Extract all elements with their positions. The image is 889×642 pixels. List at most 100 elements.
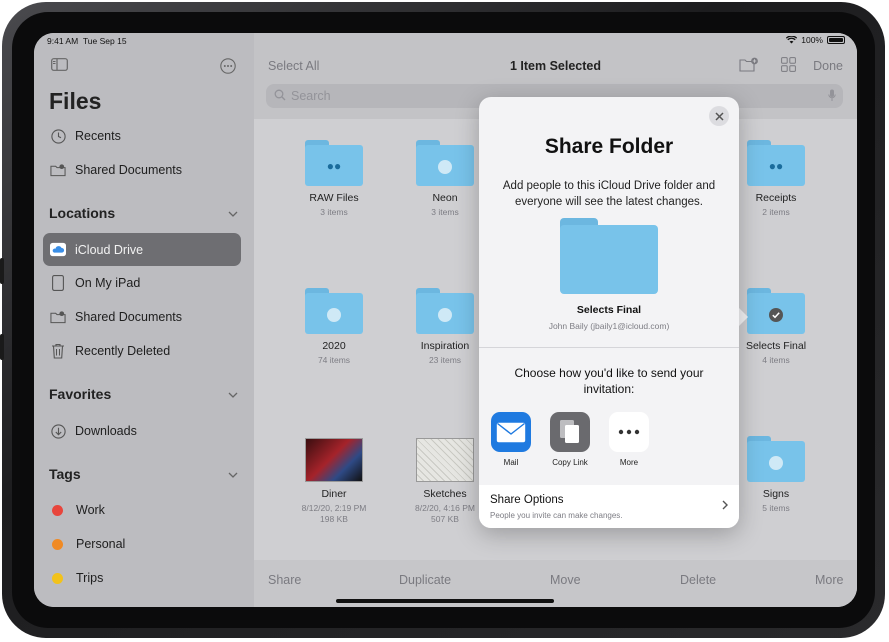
ipad-icon xyxy=(50,275,66,291)
shared-folder-icon: ●● xyxy=(305,140,363,186)
checkmark-icon xyxy=(769,308,783,322)
file-name: Selects Final xyxy=(745,340,807,352)
file-item-selects-final[interactable]: Selects Final 4 items xyxy=(726,288,826,366)
clock-icon xyxy=(50,128,66,144)
tag-color-dot xyxy=(52,572,63,584)
search-icon xyxy=(274,89,286,104)
chevron-down-icon[interactable] xyxy=(228,209,238,220)
app-label: Copy Link xyxy=(552,458,588,467)
wifi-icon xyxy=(786,36,798,44)
chevron-down-icon[interactable] xyxy=(228,390,238,401)
delete-button[interactable]: Delete xyxy=(680,573,716,587)
status-right: 100% xyxy=(786,35,845,45)
mail-icon xyxy=(491,412,531,452)
sidebar-item-label: Trips xyxy=(76,571,104,585)
sidebar-item-label: Shared Documents xyxy=(75,163,183,177)
share-via-mail-button[interactable]: Mail xyxy=(485,412,537,467)
file-name: 2020 xyxy=(322,340,346,352)
sidebar-tag-personal[interactable]: Personal xyxy=(43,529,241,559)
share-options-subtitle: People you invite can make changes. xyxy=(490,511,623,520)
folder-icon xyxy=(747,288,805,334)
copy-link-icon xyxy=(550,412,590,452)
file-name: Signs xyxy=(762,488,790,500)
file-meta: 5 items xyxy=(762,503,790,513)
sidebar-item-downloads[interactable]: Downloads xyxy=(43,416,241,446)
sidebar-item-label: On My iPad xyxy=(75,276,141,290)
chevron-right-icon xyxy=(722,498,728,513)
shared-folder-icon xyxy=(50,162,66,178)
chevron-down-icon[interactable] xyxy=(228,470,238,481)
new-folder-icon[interactable] xyxy=(739,57,759,77)
sidebar-item-shared-documents[interactable]: Shared Documents xyxy=(43,155,241,185)
sidebar-item-recently-deleted[interactable]: Recently Deleted xyxy=(43,336,241,366)
sidebar-tag-trips[interactable]: Trips xyxy=(43,563,241,593)
share-button[interactable]: Share xyxy=(268,573,301,587)
file-name: Receipts xyxy=(755,192,797,204)
home-indicator xyxy=(336,599,554,603)
file-item-diner[interactable]: Diner 8/12/20, 2:19 PM 198 KB xyxy=(284,438,384,525)
folder-icon xyxy=(747,436,805,482)
choose-method-label: Choose how you'd like to send your invit… xyxy=(514,366,704,396)
folder-icon xyxy=(416,140,474,186)
copy-link-button[interactable]: Copy Link xyxy=(544,412,596,467)
microphone-icon[interactable] xyxy=(828,89,836,105)
file-meta: 4 items xyxy=(762,355,790,365)
file-item-2020[interactable]: 2020 74 items xyxy=(284,288,384,366)
folder-icon xyxy=(560,218,658,294)
file-item-signs[interactable]: Signs 5 items xyxy=(726,436,826,514)
share-folder-popover: Share Folder Add people to this iCloud D… xyxy=(479,97,739,528)
grid-view-icon[interactable] xyxy=(781,57,796,77)
locations-header[interactable]: Locations xyxy=(49,205,115,221)
file-meta: 3 items xyxy=(320,207,348,217)
file-name: Diner xyxy=(321,488,347,500)
file-name: RAW Files xyxy=(309,192,359,204)
screen: 9:41 AM Tue Sep 15 100% Files Recents Sh… xyxy=(34,33,857,607)
sidebar-item-label: Downloads xyxy=(75,424,137,438)
popover-title: Share Folder xyxy=(544,135,674,158)
more-options-icon[interactable] xyxy=(220,58,236,77)
icloud-icon xyxy=(50,242,66,258)
share-options-title: Share Options xyxy=(490,494,564,506)
sidebar: Files Recents Shared Documents Locations… xyxy=(34,33,254,607)
sidebar-tag-work[interactable]: Work xyxy=(43,495,241,525)
app-label: Mail xyxy=(503,458,519,467)
folder-owner: John Baily (jbaily1@icloud.com) xyxy=(548,321,670,331)
sidebar-item-shared-documents-2[interactable]: Shared Documents xyxy=(43,302,241,332)
popover-arrow xyxy=(738,307,748,327)
more-share-options-button[interactable]: More xyxy=(603,412,655,467)
sidebar-item-label: Recents xyxy=(75,129,121,143)
favorites-header[interactable]: Favorites xyxy=(49,386,111,402)
sidebar-item-recents[interactable]: Recents xyxy=(43,121,241,151)
sidebar-item-on-my-ipad[interactable]: On My iPad xyxy=(43,268,241,298)
sidebar-item-icloud-drive[interactable]: iCloud Drive xyxy=(43,233,241,266)
share-options-row[interactable]: Share Options People you invite can make… xyxy=(479,485,739,528)
tag-color-dot xyxy=(52,504,63,516)
tags-header[interactable]: Tags xyxy=(49,466,81,482)
sidebar-item-label: Work xyxy=(76,503,105,517)
file-meta: 74 items xyxy=(317,355,351,365)
search-placeholder: Search xyxy=(291,89,331,103)
file-meta: 2 items xyxy=(762,207,790,217)
volume-button xyxy=(0,258,4,284)
done-button[interactable]: Done xyxy=(813,59,843,73)
battery-percent: 100% xyxy=(801,35,823,45)
move-button[interactable]: Move xyxy=(550,573,581,587)
app-label: More xyxy=(619,458,639,467)
more-button[interactable]: More xyxy=(815,573,843,587)
trash-icon xyxy=(50,343,66,359)
file-item-receipts[interactable]: ●● Receipts 2 items xyxy=(726,140,826,218)
volume-button-2 xyxy=(0,334,4,360)
battery-icon xyxy=(827,36,845,44)
sidebar-item-label: iCloud Drive xyxy=(75,242,144,257)
shared-folder-icon: ●● xyxy=(747,140,805,186)
shared-folder-icon xyxy=(50,309,66,325)
divider xyxy=(479,347,739,348)
file-item-raw-files[interactable]: ●● RAW Files 3 items xyxy=(284,140,384,218)
folder-icon xyxy=(305,288,363,334)
close-icon[interactable] xyxy=(709,106,729,126)
status-time: 9:41 AM Tue Sep 15 xyxy=(47,36,127,46)
sidebar-toggle-icon[interactable] xyxy=(51,58,68,74)
sidebar-item-label: Recently Deleted xyxy=(75,344,171,358)
more-icon xyxy=(609,412,649,452)
duplicate-button[interactable]: Duplicate xyxy=(399,573,451,587)
